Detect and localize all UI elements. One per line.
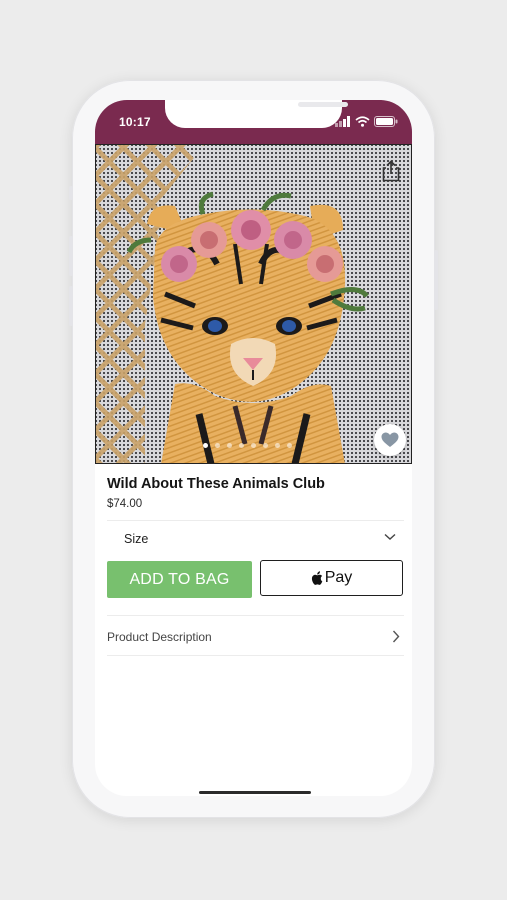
chevron-right-icon [392, 630, 400, 643]
phone-side-button [69, 186, 73, 200]
phone-volume-up [69, 236, 73, 276]
notch [165, 100, 348, 128]
apple-logo-icon [311, 571, 323, 585]
chevron-down-icon [384, 533, 396, 540]
product-description-label: Product Description [107, 630, 212, 644]
add-to-bag-button[interactable]: ADD TO BAG [107, 561, 252, 598]
apple-pay-button[interactable]: Pay [260, 560, 403, 596]
status-time: 10:17 [119, 115, 151, 129]
phone-volume-down [69, 286, 73, 326]
divider [107, 615, 404, 616]
size-label: Size [124, 532, 149, 546]
pagination-dot[interactable] [287, 443, 292, 448]
size-selector[interactable]: Size [107, 521, 404, 557]
app-screen: 10:17 Wild About These Animals Club $74.… [95, 100, 412, 796]
pagination-dot[interactable] [227, 443, 232, 448]
divider [107, 655, 404, 656]
pagination-dot[interactable] [251, 443, 256, 448]
home-indicator [199, 791, 311, 794]
pagination-dot[interactable] [215, 443, 220, 448]
speaker [298, 102, 348, 107]
apple-pay-label: Pay [324, 569, 353, 586]
product-price: $74.00 [107, 498, 143, 510]
share-icon [382, 160, 400, 182]
needlepoint-tiger-image [95, 144, 412, 464]
pagination-dot[interactable] [239, 443, 244, 448]
wishlist-button[interactable] [374, 424, 406, 456]
pagination-dot[interactable] [203, 443, 208, 448]
pagination-dot[interactable] [275, 443, 280, 448]
wifi-icon [355, 115, 370, 127]
heart-icon [381, 432, 399, 447]
share-button[interactable] [382, 160, 400, 187]
battery-icon [374, 115, 398, 127]
product-title: Wild About These Animals Club [107, 476, 325, 492]
phone-power-button [434, 250, 438, 310]
status-icons [335, 115, 398, 127]
signal-icon [335, 115, 350, 127]
pagination-dot[interactable] [263, 443, 268, 448]
product-image[interactable] [95, 144, 412, 464]
product-description-row[interactable]: Product Description [107, 619, 404, 655]
status-bar: 10:17 [95, 100, 412, 144]
image-pagination-dots[interactable] [203, 443, 292, 448]
